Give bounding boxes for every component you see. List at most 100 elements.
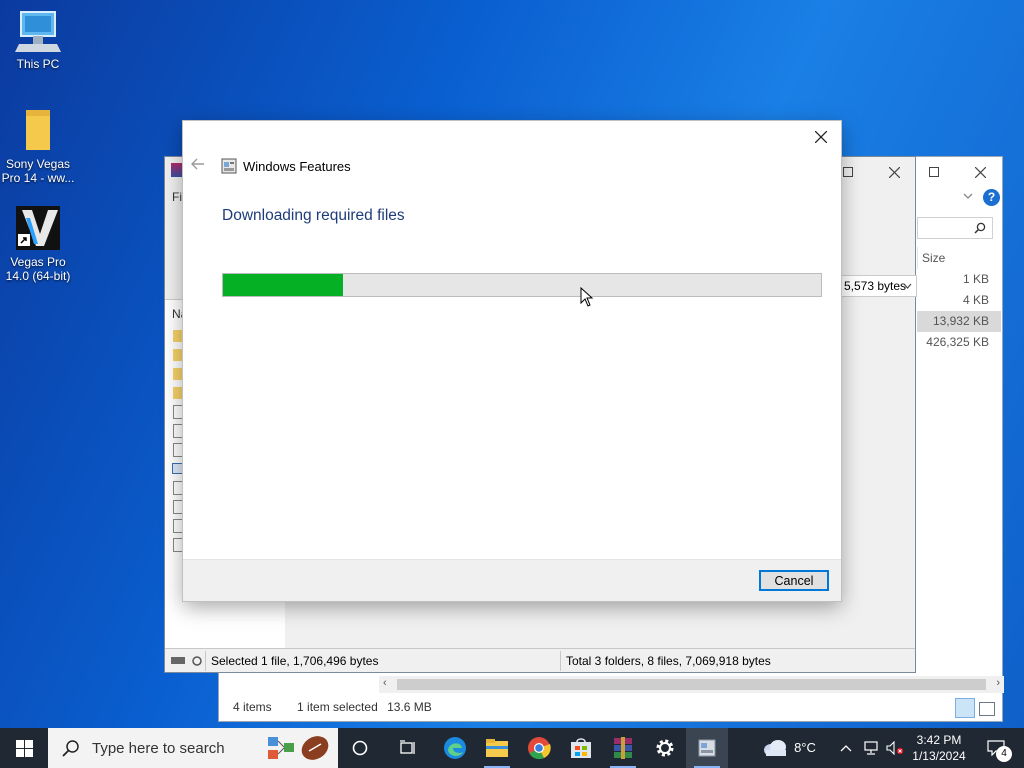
- size-column: Size 1 KB 4 KB 13,932 KB 426,325 KB: [917, 247, 1001, 353]
- help-button[interactable]: ?: [983, 189, 1000, 206]
- desktop-icon-vegas-pro[interactable]: Vegas Pro 14.0 (64-bit): [0, 204, 76, 283]
- windows-features-dialog: Windows Features Downloading required fi…: [183, 121, 841, 601]
- task-view-button[interactable]: [388, 728, 428, 768]
- speaker-muted-icon: [886, 741, 904, 755]
- scrollbar-thumb[interactable]: [397, 679, 986, 690]
- download-progress-bar: [222, 273, 822, 297]
- size-cell[interactable]: 426,325 KB: [917, 332, 1001, 353]
- dialog-title-text: Windows Features: [243, 158, 351, 174]
- chevron-down-icon: [963, 193, 973, 199]
- desktop-icon-label: Sony Vegas Pro 14 - ww...: [1, 157, 75, 185]
- status-total-info: Total 3 folders, 8 files, 7,069,918 byte…: [566, 654, 771, 668]
- desktop-icon-label: Vegas Pro 14.0 (64-bit): [5, 255, 71, 283]
- status-selected-info: Selected 1 file, 1,706,496 bytes: [211, 654, 379, 668]
- task-view-icon: [400, 740, 415, 754]
- show-hidden-icons-button[interactable]: [836, 728, 856, 768]
- winrar-close-button[interactable]: [879, 161, 909, 183]
- taskbar-file-explorer[interactable]: [476, 728, 518, 768]
- taskbar-edge[interactable]: [434, 728, 476, 768]
- cortana-button[interactable]: [340, 728, 380, 768]
- taskbar-store[interactable]: [560, 728, 602, 768]
- chrome-icon: [528, 737, 551, 760]
- clock[interactable]: 3:42 PM 1/13/2024: [908, 728, 970, 768]
- close-button[interactable]: [965, 161, 995, 183]
- windows-features-icon: [221, 158, 237, 174]
- search-box[interactable]: [917, 217, 993, 239]
- details-view-button[interactable]: [955, 698, 975, 718]
- cloudy-weather-icon: [764, 740, 787, 756]
- status-divider: [205, 651, 206, 671]
- status-divider: [560, 651, 561, 671]
- maximize-icon: [929, 167, 939, 177]
- start-button[interactable]: [0, 728, 48, 768]
- dialog-heading: Downloading required files: [222, 207, 405, 224]
- windows-features-icon: [698, 739, 716, 757]
- ribbon-expand-chevron[interactable]: [963, 191, 973, 203]
- winrar-app-icon: [171, 163, 183, 177]
- chevron-down-icon: [903, 283, 912, 289]
- maximize-icon: [843, 167, 853, 177]
- desktop-icon-this-pc[interactable]: This PC: [0, 10, 76, 71]
- winrar-status-bar: Selected 1 file, 1,706,496 bytes Total 3…: [165, 648, 915, 672]
- taskbar-settings[interactable]: [644, 728, 686, 768]
- edge-icon: [444, 737, 466, 759]
- search-placeholder: Type here to search: [92, 739, 225, 757]
- weather-temperature: 8°C: [794, 740, 816, 755]
- cancel-button[interactable]: Cancel: [759, 570, 829, 591]
- notification-badge: 4: [996, 746, 1012, 762]
- large-icons-view-button[interactable]: [979, 702, 995, 716]
- help-icon: ?: [987, 190, 996, 204]
- search-icon: [62, 740, 79, 757]
- status-item-count: 4 items: [233, 700, 272, 714]
- mouse-cursor-icon: [580, 287, 594, 307]
- close-icon: [888, 166, 900, 178]
- size-cell[interactable]: 1 KB: [917, 269, 1001, 290]
- notification-center-button[interactable]: 4: [976, 728, 1016, 768]
- explorer-status-bar: 4 items 1 item selected 13.6 MB: [219, 693, 1002, 721]
- arrow-left-icon: [191, 158, 204, 170]
- close-icon: [815, 131, 827, 143]
- weather-widget[interactable]: 8°C: [758, 728, 820, 768]
- network-button[interactable]: [860, 728, 882, 768]
- horizontal-scrollbar[interactable]: ‹ ›: [379, 676, 1004, 693]
- progress-fill: [223, 274, 343, 296]
- desktop-icon-label: This PC: [16, 57, 60, 71]
- folder-icon: [486, 739, 508, 757]
- dialog-footer: Cancel: [183, 559, 841, 601]
- folder-icon: [26, 110, 50, 150]
- maximize-button[interactable]: [919, 161, 949, 183]
- status-selected-size: 13.6 MB: [387, 700, 432, 714]
- status-selected: 1 item selected: [297, 700, 378, 714]
- taskbar-chrome[interactable]: [518, 728, 560, 768]
- chevron-up-icon: [840, 745, 852, 752]
- volume-button[interactable]: [884, 728, 906, 768]
- size-cell-selected[interactable]: 13,932 KB: [917, 311, 1001, 332]
- taskbar-winrar[interactable]: [602, 728, 644, 768]
- clock-time: 3:42 PM: [916, 733, 962, 747]
- network-icon: [864, 741, 878, 755]
- clock-date: 1/13/2024: [912, 749, 966, 763]
- size-column-header[interactable]: Size: [917, 247, 1001, 269]
- winrar-icon: [614, 737, 632, 759]
- taskbar-windows-features[interactable]: [686, 728, 728, 768]
- dialog-title: Windows Features: [221, 158, 351, 174]
- scroll-left-icon[interactable]: ‹: [383, 677, 387, 689]
- close-icon: [974, 166, 986, 178]
- gear-icon: [656, 739, 674, 757]
- search-icon: [974, 222, 986, 234]
- desktop-icon-sony-vegas-folder[interactable]: Sony Vegas Pro 14 - ww...: [0, 108, 76, 185]
- back-button[interactable]: [191, 157, 205, 175]
- dialog-close-button[interactable]: [807, 125, 835, 149]
- store-icon: [571, 738, 591, 758]
- cortana-circle-icon: [352, 740, 368, 756]
- bytes-dropdown-value: 5,573 bytes: [844, 279, 907, 293]
- size-cell[interactable]: 4 KB: [917, 290, 1001, 311]
- vegas-pro-icon: [16, 206, 60, 250]
- bytes-dropdown[interactable]: 5,573 bytes: [839, 275, 917, 297]
- scroll-right-icon[interactable]: ›: [996, 677, 1000, 689]
- computer-icon: [15, 11, 61, 52]
- taskbar: Type here to search 8°C 3:42 PM 1/13/202…: [0, 728, 1024, 768]
- drive-icon: [171, 656, 202, 666]
- search-highlight-football-icon: [268, 736, 329, 760]
- taskbar-search-box[interactable]: Type here to search: [48, 728, 338, 768]
